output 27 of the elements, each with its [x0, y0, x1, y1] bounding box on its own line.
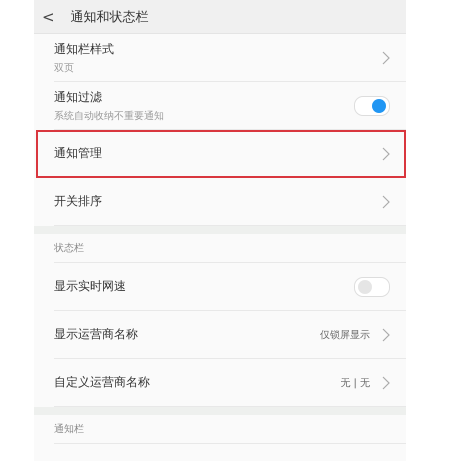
page-title: 通知和状态栏	[70, 8, 149, 26]
setting-label: 通知管理	[54, 145, 103, 162]
setting-label: 通知过滤	[54, 88, 103, 106]
chevron-icon	[382, 376, 390, 390]
setting-label: 通知栏样式	[54, 40, 115, 58]
setting-value: 仅锁屏显示	[320, 328, 370, 342]
toggle-switch[interactable]	[354, 96, 390, 116]
chevron-icon	[382, 194, 390, 208]
section-header: 状态栏	[54, 242, 84, 255]
settings-row[interactable]: 通知栏样式 双页	[54, 34, 406, 82]
setting-value: 无 | 无	[340, 376, 370, 390]
section-header: 通知栏	[54, 422, 84, 436]
setting-label: 显示实时网速	[54, 278, 127, 295]
back-button[interactable]: <	[42, 8, 55, 26]
chevron-icon	[382, 50, 390, 64]
setting-label: 自定义运营商名称	[54, 374, 151, 391]
toggle-switch[interactable]	[354, 276, 390, 296]
setting-description: 系统自动收纳不重要通知	[54, 110, 165, 122]
settings-row[interactable]: 显示运营商名称 仅锁屏显示	[54, 311, 406, 359]
setting-description: 双页	[54, 62, 75, 74]
settings-row[interactable]: 显示实时网速	[54, 263, 406, 311]
chevron-icon	[382, 328, 390, 342]
setting-label: 开关排序	[54, 193, 103, 210]
settings-row[interactable]: 通知管理	[36, 130, 406, 178]
settings-row[interactable]: 通知过滤 系统自动收纳不重要通知	[54, 82, 406, 130]
setting-label: 显示运营商名称	[54, 326, 139, 343]
chevron-icon	[382, 146, 390, 160]
